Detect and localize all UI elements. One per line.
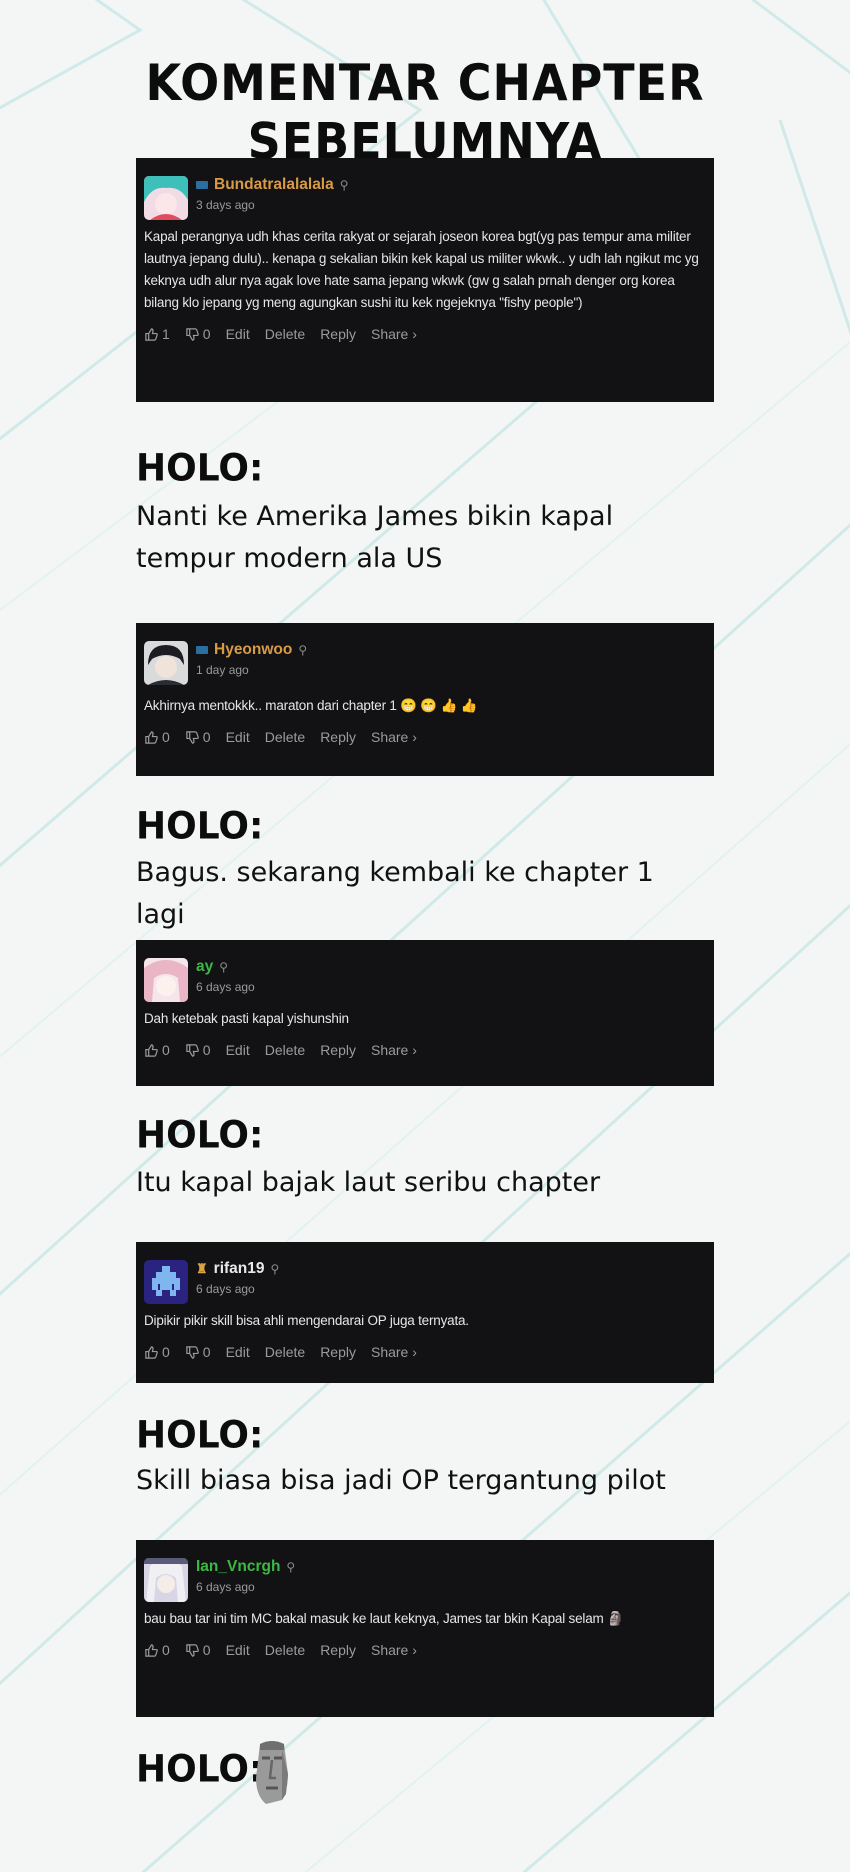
comment-text: Kapal perangnya udh khas cerita rakyat o… bbox=[144, 229, 699, 310]
like-button[interactable]: 0 bbox=[144, 1344, 170, 1360]
share-button[interactable]: Share › bbox=[371, 326, 417, 342]
delete-button[interactable]: Delete bbox=[265, 729, 305, 745]
thumbs-down-icon bbox=[186, 1643, 199, 1657]
pin-icon[interactable]: ⚲ bbox=[340, 178, 349, 192]
holo-reply: Bagus. sekarang kembali ke chapter 1 lag… bbox=[136, 857, 654, 930]
like-button[interactable]: 0 bbox=[144, 729, 170, 745]
thumbs-down-icon bbox=[186, 327, 199, 341]
like-count: 1 bbox=[162, 326, 170, 342]
reply-button[interactable]: Reply bbox=[320, 1642, 356, 1658]
dislike-count: 0 bbox=[202, 729, 211, 745]
like-count: 0 bbox=[162, 1344, 170, 1360]
delete-button[interactable]: Delete bbox=[265, 1042, 305, 1058]
comment-time: 3 days ago bbox=[196, 198, 255, 212]
dislike-count: 0 bbox=[202, 326, 211, 342]
holo-label: HOLO: bbox=[136, 1113, 264, 1158]
share-button[interactable]: Share › bbox=[371, 729, 417, 745]
dislike-button[interactable]: 0 bbox=[185, 1344, 211, 1360]
comment-username[interactable]: ay bbox=[196, 958, 213, 976]
avatar[interactable] bbox=[144, 1260, 188, 1304]
avatar[interactable] bbox=[144, 176, 188, 220]
user-badge-icon bbox=[196, 646, 208, 654]
comment-username[interactable]: Bundatralalalala bbox=[214, 176, 334, 194]
comment-username[interactable]: Ian_Vncrgh bbox=[196, 1558, 280, 1576]
dislike-count: 0 bbox=[202, 1642, 211, 1658]
moai-icon bbox=[256, 1741, 288, 1804]
holo-reply: Nanti ke Amerika James bikin kapal tempu… bbox=[136, 501, 614, 574]
comment-text: Akhirnya mentokkk.. maraton dari chapter… bbox=[144, 698, 478, 713]
comment-username[interactable]: Hyeonwoo bbox=[214, 641, 292, 659]
edit-button[interactable]: Edit bbox=[226, 1642, 250, 1658]
dislike-button[interactable]: 0 bbox=[185, 1642, 211, 1658]
dislike-count: 0 bbox=[202, 1042, 211, 1058]
pin-icon[interactable]: ⚲ bbox=[298, 643, 307, 657]
comment-card: Hyeonwoo ⚲ 1 day ago Akhirnya mentokkk..… bbox=[136, 623, 714, 776]
pin-icon[interactable]: ⚲ bbox=[286, 1560, 295, 1574]
pin-icon[interactable]: ⚲ bbox=[271, 1262, 280, 1276]
user-badge-icon bbox=[196, 181, 208, 189]
like-count: 0 bbox=[162, 1642, 170, 1658]
edit-button[interactable]: Edit bbox=[226, 326, 250, 342]
comment-time: 6 days ago bbox=[196, 980, 255, 994]
dislike-count: 0 bbox=[202, 1344, 211, 1360]
avatar[interactable] bbox=[144, 1558, 188, 1602]
avatar[interactable] bbox=[144, 641, 188, 685]
comment-card: Bundatralalalala ⚲ 3 days ago Kapal pera… bbox=[136, 158, 714, 402]
pin-icon[interactable]: ⚲ bbox=[219, 960, 228, 974]
holo-reply: Itu kapal bajak laut seribu chapter bbox=[136, 1167, 601, 1198]
reply-button[interactable]: Reply bbox=[320, 1042, 356, 1058]
delete-button[interactable]: Delete bbox=[265, 1344, 305, 1360]
reply-button[interactable]: Reply bbox=[320, 1344, 356, 1360]
comment-card: ay ⚲ 6 days ago Dah ketebak pasti kapal … bbox=[136, 940, 714, 1086]
edit-button[interactable]: Edit bbox=[226, 1042, 250, 1058]
comment-card: Ian_Vncrgh ⚲ 6 days ago bau bau tar ini … bbox=[136, 1540, 714, 1717]
dislike-button[interactable]: 0 bbox=[185, 1042, 211, 1058]
thumbs-down-icon bbox=[186, 1043, 199, 1057]
holo-reply: Skill biasa bisa jadi OP tergantung pilo… bbox=[136, 1465, 666, 1496]
comment-username[interactable]: rifan19 bbox=[214, 1260, 265, 1278]
edit-button[interactable]: Edit bbox=[226, 729, 250, 745]
thumbs-up-icon bbox=[145, 1643, 158, 1657]
thumbs-up-icon bbox=[145, 1345, 158, 1359]
thumbs-up-icon bbox=[145, 1043, 158, 1057]
like-button[interactable]: 0 bbox=[144, 1042, 170, 1058]
share-button[interactable]: Share › bbox=[371, 1642, 417, 1658]
holo-label: HOLO: bbox=[136, 446, 264, 491]
share-button[interactable]: Share › bbox=[371, 1344, 417, 1360]
share-button[interactable]: Share › bbox=[371, 1042, 417, 1058]
delete-button[interactable]: Delete bbox=[265, 1642, 305, 1658]
page-title: KOMENTAR CHAPTER SEBELUMNYA bbox=[145, 53, 705, 171]
comment-card: ♜ rifan19 ⚲ 6 days ago Dipikir pikir ski… bbox=[136, 1242, 714, 1383]
like-button[interactable]: 0 bbox=[144, 1642, 170, 1658]
thumbs-down-icon bbox=[186, 730, 199, 744]
comment-time: 6 days ago bbox=[196, 1580, 255, 1594]
reply-button[interactable]: Reply bbox=[320, 326, 356, 342]
comment-text: Dah ketebak pasti kapal yishunshin bbox=[144, 1011, 349, 1026]
comment-time: 1 day ago bbox=[196, 663, 249, 677]
like-count: 0 bbox=[162, 1042, 170, 1058]
dislike-button[interactable]: 0 bbox=[185, 326, 211, 342]
holo-label: HOLO: bbox=[136, 1413, 264, 1458]
holo-label: HOLO: bbox=[136, 804, 264, 849]
dislike-button[interactable]: 0 bbox=[185, 729, 211, 745]
comment-text: Dipikir pikir skill bisa ahli mengendara… bbox=[144, 1313, 469, 1328]
avatar[interactable] bbox=[144, 958, 188, 1002]
edit-button[interactable]: Edit bbox=[226, 1344, 250, 1360]
rank-icon: ♜ bbox=[196, 1261, 208, 1276]
thumbs-down-icon bbox=[186, 1345, 199, 1359]
comment-time: 6 days ago bbox=[196, 1282, 255, 1296]
reply-button[interactable]: Reply bbox=[320, 729, 356, 745]
like-button[interactable]: 1 bbox=[144, 326, 170, 342]
thumbs-up-icon bbox=[145, 730, 158, 744]
like-count: 0 bbox=[162, 729, 170, 745]
delete-button[interactable]: Delete bbox=[265, 326, 305, 342]
holo-label: HOLO: bbox=[136, 1747, 264, 1792]
thumbs-up-icon bbox=[145, 327, 158, 341]
comment-text: bau bau tar ini tim MC bakal masuk ke la… bbox=[144, 1611, 624, 1626]
